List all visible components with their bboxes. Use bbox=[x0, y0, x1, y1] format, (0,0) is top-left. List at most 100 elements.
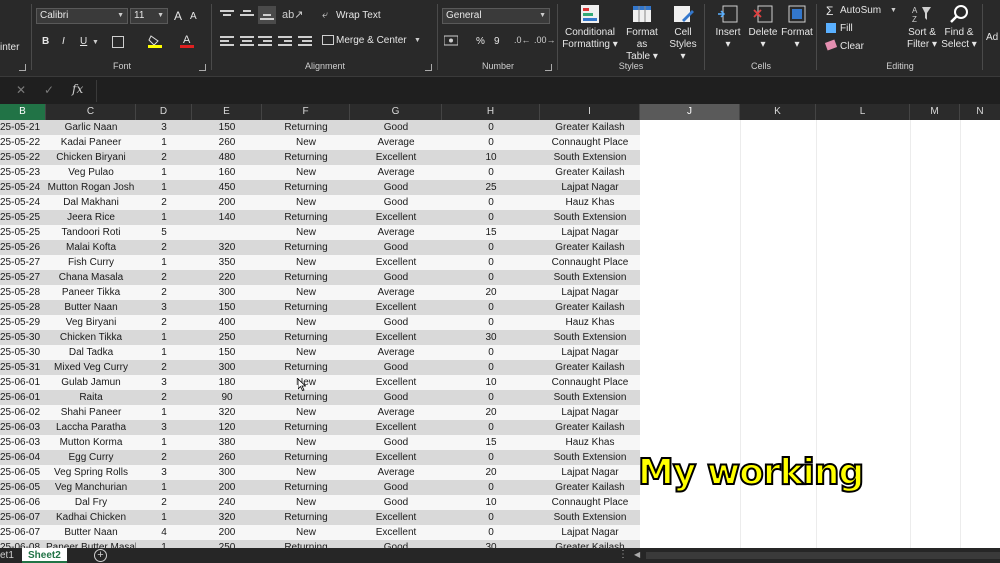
cell-date[interactable]: 25-05-26 bbox=[0, 240, 46, 255]
column-header-j[interactable]: J bbox=[640, 104, 740, 120]
cell-price[interactable]: 200 bbox=[192, 195, 262, 210]
insert-cells-button[interactable]: Insert ▾ bbox=[710, 4, 746, 51]
cell-item[interactable]: Chicken Biryani bbox=[46, 150, 136, 165]
cell-qty[interactable]: 1 bbox=[136, 255, 192, 270]
cell-customer-type[interactable]: New bbox=[262, 225, 350, 240]
table-row[interactable]: 25-05-25 Jeera Rice 1 140 Returning Excellent… bbox=[0, 210, 640, 225]
cell-item[interactable]: Egg Curry bbox=[46, 450, 136, 465]
cell-price[interactable]: 350 bbox=[192, 255, 262, 270]
insert-function-icon[interactable]: fx bbox=[72, 82, 83, 96]
cell-rating[interactable]: Excellent bbox=[350, 330, 442, 345]
cell-discount[interactable]: 20 bbox=[442, 285, 540, 300]
font-color-icon[interactable]: A bbox=[180, 33, 194, 48]
borders-icon[interactable] bbox=[112, 36, 124, 48]
clipboard-launcher-icon[interactable] bbox=[19, 64, 26, 71]
font-name-select[interactable]: Calibri ▼ bbox=[36, 8, 128, 24]
cell-discount[interactable]: 0 bbox=[442, 165, 540, 180]
cell-item[interactable]: Dal Fry bbox=[46, 495, 136, 510]
cell-rating[interactable]: Good bbox=[350, 360, 442, 375]
table-row[interactable]: 25-05-30 Dal Tadka 1 150 New Average 0 Lajpat N… bbox=[0, 345, 640, 360]
table-row[interactable]: 25-06-06 Dal Fry 2 240 New Good 10 Connaught Pl… bbox=[0, 495, 640, 510]
cell-date[interactable]: 25-06-02 bbox=[0, 405, 46, 420]
cell-customer-type[interactable]: Returning bbox=[262, 270, 350, 285]
cell-item[interactable]: Paneer Tikka bbox=[46, 285, 136, 300]
cell-date[interactable]: 25-05-24 bbox=[0, 180, 46, 195]
cell-customer-type[interactable]: Returning bbox=[262, 480, 350, 495]
table-row[interactable]: 25-06-03 Mutton Korma 1 380 New Good 15 Hauz Kh… bbox=[0, 435, 640, 450]
column-header-k[interactable]: K bbox=[740, 104, 816, 120]
table-row[interactable]: 25-05-24 Mutton Rogan Josh 1 450 Returning Go… bbox=[0, 180, 640, 195]
table-row[interactable]: 25-05-31 Mixed Veg Curry 2 300 Returning Good… bbox=[0, 360, 640, 375]
cell-customer-type[interactable]: New bbox=[262, 525, 350, 540]
sheet-tab-1[interactable]: et1 bbox=[0, 548, 20, 563]
cell-rating[interactable]: Good bbox=[350, 180, 442, 195]
cell-date[interactable]: 25-05-24 bbox=[0, 195, 46, 210]
cell-qty[interactable]: 2 bbox=[136, 195, 192, 210]
cell-qty[interactable]: 1 bbox=[136, 435, 192, 450]
cell-qty[interactable]: 3 bbox=[136, 120, 192, 135]
sort-filter-button[interactable]: AZ Sort & Filter ▾ bbox=[904, 4, 940, 51]
cancel-icon[interactable]: ✕ bbox=[16, 83, 26, 97]
cell-date[interactable]: 25-05-21 bbox=[0, 120, 46, 135]
table-row[interactable]: 25-05-28 Butter Naan 3 150 Returning Excellen… bbox=[0, 300, 640, 315]
cell-location[interactable]: Greater Kailash bbox=[540, 480, 640, 495]
column-header-g[interactable]: G bbox=[350, 104, 442, 120]
cell-date[interactable]: 25-06-05 bbox=[0, 480, 46, 495]
format-as-table-button[interactable]: Format as Table ▾ bbox=[620, 4, 664, 63]
cell-discount[interactable]: 10 bbox=[442, 150, 540, 165]
accounting-format-icon[interactable] bbox=[443, 35, 459, 47]
cell-discount[interactable]: 0 bbox=[442, 270, 540, 285]
cell-item[interactable]: Mixed Veg Curry bbox=[46, 360, 136, 375]
column-header-c[interactable]: C bbox=[46, 104, 136, 120]
cell-item[interactable]: Kadhai Chicken bbox=[46, 510, 136, 525]
table-row[interactable]: 25-05-30 Chicken Tikka 1 250 Returning Excell… bbox=[0, 330, 640, 345]
cell-location[interactable]: South Extension bbox=[540, 210, 640, 225]
cell-price[interactable] bbox=[192, 225, 262, 240]
bold-button[interactable]: B bbox=[42, 36, 49, 48]
cell-qty[interactable]: 1 bbox=[136, 480, 192, 495]
cell-rating[interactable]: Average bbox=[350, 165, 442, 180]
column-header-n[interactable]: N bbox=[960, 104, 1000, 120]
table-row[interactable]: 25-05-21 Garlic Naan 3 150 Returning Good 0 Gre… bbox=[0, 120, 640, 135]
cell-rating[interactable]: Good bbox=[350, 390, 442, 405]
cell-price[interactable]: 480 bbox=[192, 150, 262, 165]
cell-location[interactable]: Lajpat Nagar bbox=[540, 405, 640, 420]
cell-location[interactable]: Lajpat Nagar bbox=[540, 285, 640, 300]
cell-price[interactable]: 150 bbox=[192, 120, 262, 135]
cell-date[interactable]: 25-05-28 bbox=[0, 285, 46, 300]
increase-font-button[interactable]: A bbox=[174, 10, 182, 22]
table-row[interactable]: 25-05-29 Veg Biryani 2 400 New Good 0 Hauz Khas bbox=[0, 315, 640, 330]
cell-price[interactable]: 120 bbox=[192, 420, 262, 435]
cell-date[interactable]: 25-06-07 bbox=[0, 510, 46, 525]
cell-item[interactable]: Raita bbox=[46, 390, 136, 405]
cell-qty[interactable]: 3 bbox=[136, 300, 192, 315]
cell-discount[interactable]: 0 bbox=[442, 360, 540, 375]
cell-discount[interactable]: 15 bbox=[442, 435, 540, 450]
cell-customer-type[interactable]: New bbox=[262, 345, 350, 360]
cell-customer-type[interactable]: New bbox=[262, 195, 350, 210]
cell-item[interactable]: Chana Masala bbox=[46, 270, 136, 285]
cell-price[interactable]: 320 bbox=[192, 240, 262, 255]
cell-price[interactable]: 150 bbox=[192, 345, 262, 360]
cell-price[interactable]: 320 bbox=[192, 405, 262, 420]
cell-discount[interactable]: 0 bbox=[442, 210, 540, 225]
cell-price[interactable]: 320 bbox=[192, 510, 262, 525]
cell-rating[interactable]: Average bbox=[350, 135, 442, 150]
cell-customer-type[interactable]: Returning bbox=[262, 450, 350, 465]
cell-discount[interactable]: 0 bbox=[442, 135, 540, 150]
cell-price[interactable]: 300 bbox=[192, 360, 262, 375]
number-launcher-icon[interactable] bbox=[545, 64, 552, 71]
chevron-down-icon[interactable]: ▼ bbox=[92, 39, 99, 46]
cell-discount[interactable]: 0 bbox=[442, 345, 540, 360]
table-row[interactable]: 25-05-22 Kadai Paneer 1 260 New Average 0 Conna… bbox=[0, 135, 640, 150]
cell-location[interactable]: Hauz Khas bbox=[540, 195, 640, 210]
cell-item[interactable]: Malai Kofta bbox=[46, 240, 136, 255]
merge-center-button[interactable]: Merge & Center bbox=[336, 35, 407, 47]
cell-qty[interactable]: 1 bbox=[136, 135, 192, 150]
fill-color-icon[interactable] bbox=[148, 34, 162, 48]
cell-item[interactable]: Chicken Tikka bbox=[46, 330, 136, 345]
comma-style-button[interactable]: 9 bbox=[494, 36, 500, 48]
conditional-formatting-button[interactable]: Conditional Formatting ▾ bbox=[562, 4, 618, 51]
align-left-icon[interactable] bbox=[220, 36, 234, 46]
cell-qty[interactable]: 2 bbox=[136, 315, 192, 330]
